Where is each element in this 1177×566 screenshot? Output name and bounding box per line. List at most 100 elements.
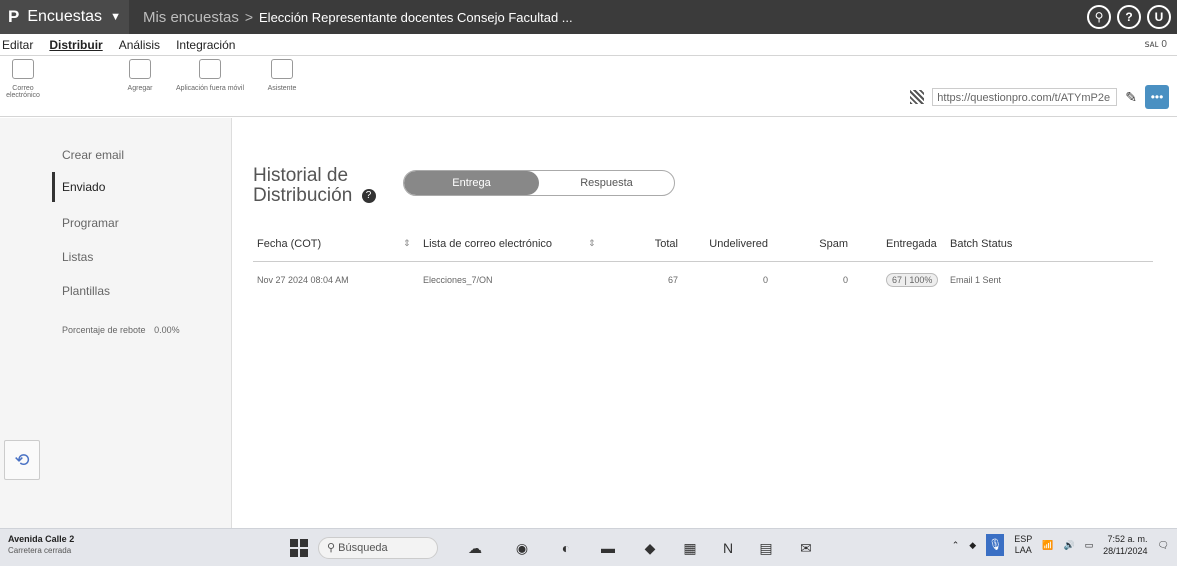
word-icon[interactable]: ▤ [756,537,776,559]
tab-editar[interactable]: Editar [0,34,41,56]
questionpro-logo: P [8,7,20,26]
taskbar-search[interactable]: ⚲ Búsqueda [318,537,438,559]
sidebar-item-enviado[interactable]: Enviado [62,180,105,194]
help-icon[interactable]: ? [1117,5,1141,29]
mobile-app-button[interactable]: Aplicación fuera móvil [170,59,250,92]
widgets-icon[interactable]: ☁ [465,537,485,559]
table-header: Fecha (COT) ⇕ Lista de correo electrónic… [253,226,1153,262]
cell-lista[interactable]: Elecciones_7/ON [423,275,588,285]
recaptcha-icon[interactable]: ⟲ [4,440,40,480]
sidebar-item-crear-email[interactable]: Crear email [62,148,124,162]
add-channel-label: Agregar [127,85,153,92]
qr-code-icon[interactable] [910,90,925,104]
app-switcher[interactable]: P Encuestas ▼ [0,0,129,34]
active-indicator [52,172,55,202]
sidebar-item-plantillas[interactable]: Plantillas [62,284,110,298]
file-explorer-icon[interactable]: ▬ [598,537,618,559]
chrome-icon[interactable]: ◉ [512,537,532,559]
page-title-text: Historial de Distribución [253,165,353,206]
mobile-app-label: Aplicación fuera móvil [175,85,245,92]
survey-url-field[interactable]: https://questionpro.com/t/ATYmP2e [932,88,1118,106]
column-entregada: Entregada [886,237,937,250]
clock-date: 28/11/2024 [1103,546,1148,556]
excel-icon[interactable]: ▦ [680,537,700,559]
pencil-icon[interactable]: ✎ [1125,89,1137,106]
cell-entregada[interactable]: 67 | 100% [886,273,939,287]
tab-integracion[interactable]: Integración [168,34,243,56]
weather-widget[interactable]: Avenida Calle 2 Carretera cerrada [8,533,74,557]
taskbar-search-label: Búsqueda [338,542,388,554]
battery-icon[interactable]: ▭ [1085,540,1094,551]
main-content: Historial de Distribución ? Entrega Resp… [233,118,1177,528]
column-spam: Spam [819,237,848,250]
lang-layout: LAA [1014,545,1032,555]
tab-analisis[interactable]: Análisis [111,34,168,56]
envelope-icon [12,59,34,79]
system-tray: ⌃ ◆ 🎙 ESP LAA 📶 🔊 ▭ 7:52 a. m. 28/11/202… [952,533,1169,557]
main-tabs: Editar Distribuir Análisis Integración ꜱ… [0,34,1177,56]
assistant-label: Asistente [267,85,297,92]
column-batch-status: Batch Status [950,237,1013,250]
wifi-icon[interactable]: 📶 [1042,540,1053,551]
windows-start-icon[interactable] [290,539,308,557]
email-channel-label: Correo electrónico [6,85,40,99]
windows-taskbar: Avenida Calle 2 Carretera cerrada ⚲ Búsq… [0,528,1177,566]
chevron-down-icon: ▼ [110,11,121,23]
microphone-icon[interactable]: 🎙 [986,534,1005,556]
column-fecha[interactable]: Fecha (COT) [253,238,403,250]
question-circle-icon[interactable]: ? [361,188,376,203]
top-header: P Encuestas ▼ Mis encuestas > Elección R… [0,0,1177,34]
clock-time: 7:52 a. m. [1107,534,1148,544]
distribution-toolbar: Correo electrónico Agregar Aplicación fu… [0,57,1177,117]
lang-code: ESP [1014,534,1033,544]
breadcrumb-separator: > [244,9,254,25]
mobile-icon [199,59,221,79]
network-app-icon[interactable]: ◆ [969,540,976,551]
sort-icon[interactable]: ⇕ [588,238,608,249]
cell-batch-status: Email 1 Sent [950,275,1002,285]
app-name: Encuestas [27,8,103,25]
cell-spam: 0 [842,275,848,285]
tab-entrega[interactable]: Entrega [404,171,539,195]
outlook-icon[interactable]: ✉ [796,537,816,559]
volume-icon[interactable]: 🔊 [1063,540,1074,551]
tab-distribuir[interactable]: Distribuir [41,34,110,56]
add-channel-button[interactable]: Agregar [120,59,160,92]
bounce-rate-value: 0.00% [154,325,180,335]
chat-icon[interactable]: ••• [1145,85,1169,109]
bounce-rate-label: Porcentaje de rebote [62,325,146,335]
column-lista[interactable]: Lista de correo electrónico [423,238,588,250]
column-total: Total [654,237,678,250]
clock[interactable]: 7:52 a. m. 28/11/2024 [1103,533,1147,557]
sidebar: Crear email Enviado Programar Listas Pla… [0,118,232,528]
page-title: Historial de Distribución ? [253,166,403,206]
chevron-up-icon[interactable]: ⌃ [952,540,960,551]
weather-subtitle: Carretera cerrada [8,546,72,555]
breadcrumb: Mis encuestas > Elección Representante d… [143,9,573,26]
tab-respuesta[interactable]: Respuesta [539,171,674,195]
cell-fecha: Nov 27 2024 08:04 AM [257,275,349,285]
notion-icon[interactable]: N [718,537,738,559]
table-row[interactable]: Nov 27 2024 08:04 AM Elecciones_7/ON 67 … [253,262,1153,298]
sidebar-item-programar[interactable]: Programar [62,216,119,230]
cell-undelivered: 0 [762,275,768,285]
history-toggle: Entrega Respuesta [403,170,675,196]
language-switcher[interactable]: ESP LAA [1014,534,1032,556]
sort-icon[interactable]: ⇕ [403,238,423,249]
breadcrumb-current-survey: Elección Representante docentes Consejo … [259,9,573,25]
cell-total: 67 [667,275,678,285]
language-indicator[interactable]: ꜱᴀʟ 0 [1144,34,1167,56]
email-channel-button[interactable]: Correo electrónico [2,59,44,99]
column-undelivered: Undelivered [709,237,768,250]
sidebar-item-listas[interactable]: Listas [62,250,93,264]
user-icon[interactable]: U [1147,5,1171,29]
notification-icon[interactable]: 🗨 [1158,540,1169,551]
bank-icon [129,59,151,79]
search-icon[interactable]: ⚲ [1087,5,1111,29]
assistant-button[interactable]: Asistente [262,59,302,92]
weather-title: Avenida Calle 2 [8,534,75,544]
breadcrumb-mis-encuestas[interactable]: Mis encuestas [143,9,239,26]
teams-icon[interactable]: ◆ [640,537,660,559]
edge-icon[interactable]: ◐ [556,537,576,559]
distribution-history-table: Fecha (COT) ⇕ Lista de correo electrónic… [253,226,1153,298]
